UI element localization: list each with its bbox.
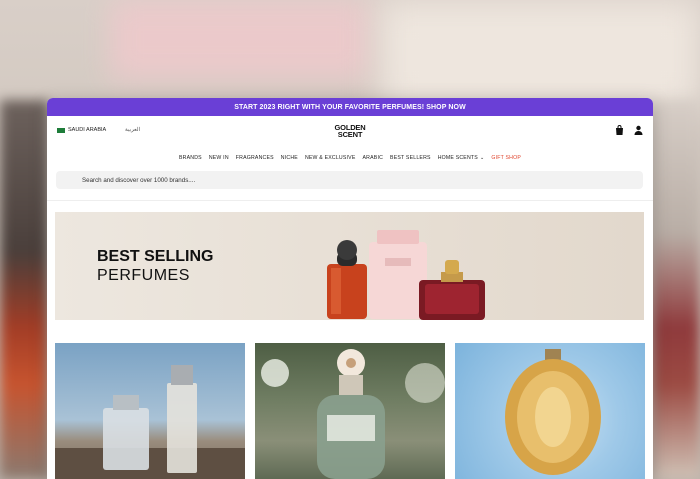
backdrop-shape [652,100,700,479]
backdrop-shape [0,100,48,479]
nav-item-arabic[interactable]: ARABIC [363,155,384,161]
top-bar: SAUDI ARABIA العربية GOLDEN SCENT [47,116,653,146]
header-divider [47,200,653,201]
main-nav: BRANDS NEW IN FRAGRANCES NICHE NEW & EXC… [47,146,653,170]
chevron-down-icon: ⌄ [479,155,485,161]
nav-item-best-sellers[interactable]: BEST SELLERS [390,155,431,161]
search-input[interactable]: Search and discover over 1000 brands.... [56,171,643,189]
promo-text[interactable]: START 2023 RIGHT WITH YOUR FAVORITE PERF… [234,104,466,111]
nav-item-new-in[interactable]: NEW IN [209,155,229,161]
nav-item-niche[interactable]: NICHE [281,155,298,161]
perfume-image [261,349,445,479]
backdrop-shape [110,0,370,80]
perfume-image [505,349,601,475]
flag-icon [57,127,65,133]
header-actions [615,125,643,135]
hero-perfume-image [327,230,485,320]
search-placeholder: Search and discover over 1000 brands.... [82,176,196,184]
nav-item-gift-shop[interactable]: GIFT SHOP [491,155,521,161]
product-tile[interactable] [255,343,445,479]
promo-banner[interactable]: START 2023 RIGHT WITH YOUR FAVORITE PERF… [47,98,653,116]
country-label[interactable]: SAUDI ARABIA [68,127,106,133]
product-tiles [55,343,645,479]
logo-text-line2: SCENT [337,130,363,139]
nav-item-new-exclusive[interactable]: NEW & EXCLUSIVE [305,155,356,161]
perfume-image [55,365,245,479]
product-tile[interactable] [55,343,245,479]
user-icon[interactable] [634,125,643,135]
hero-banner[interactable]: BEST SELLING PERFUMES [55,212,644,320]
bag-icon[interactable] [615,125,624,135]
product-tile[interactable] [455,343,645,479]
site-logo[interactable]: GOLDEN SCENT [320,124,380,139]
backdrop-shape [380,0,700,110]
nav-item-home-scents[interactable]: HOME SCENTS ⌄ [438,155,485,161]
language-switch[interactable]: العربية [125,127,140,133]
nav-item-home-scents-label: HOME SCENTS [437,155,478,161]
country-selector[interactable]: SAUDI ARABIA [57,127,106,133]
browser-window: START 2023 RIGHT WITH YOUR FAVORITE PERF… [47,98,653,479]
nav-item-brands[interactable]: BRANDS [179,155,202,161]
nav-item-fragrances[interactable]: FRAGRANCES [236,155,274,161]
